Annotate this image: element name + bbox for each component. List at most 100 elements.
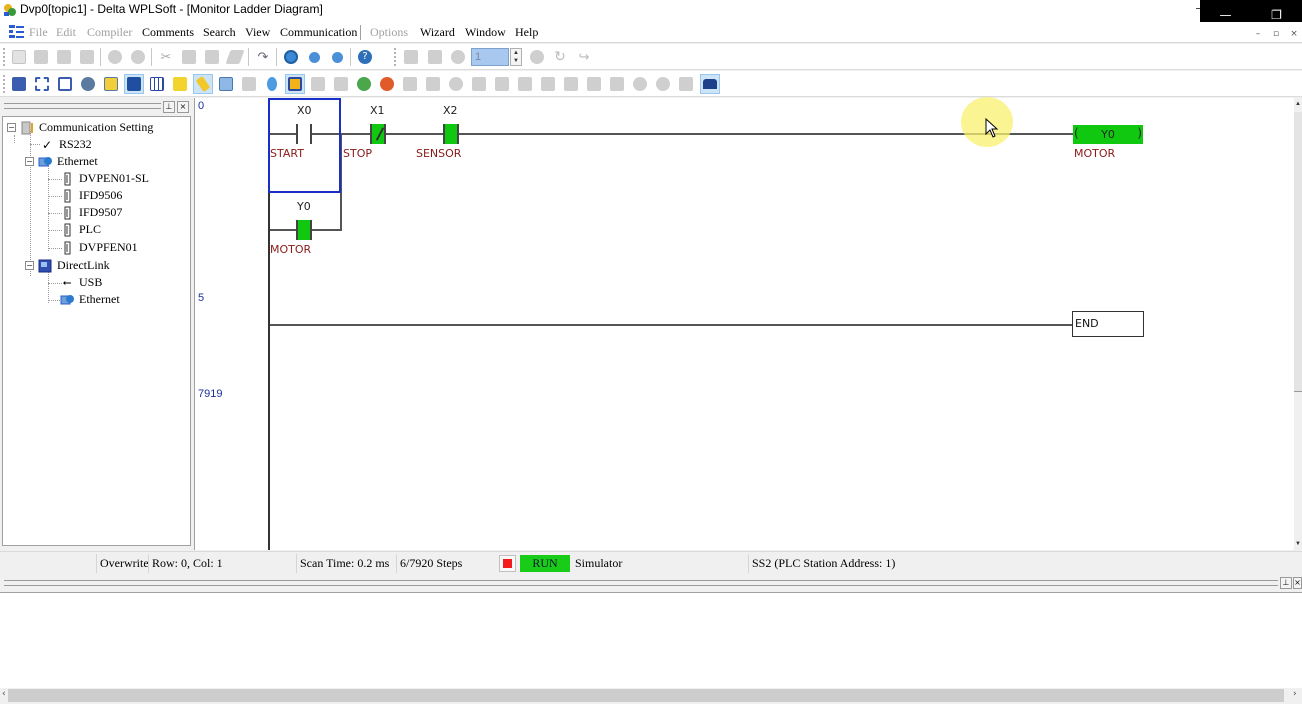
contact-y0[interactable] <box>296 220 312 240</box>
stop-circle-icon[interactable] <box>527 47 547 67</box>
transfer-icon[interactable] <box>216 74 236 94</box>
bulb-icon[interactable] <box>262 74 282 94</box>
refresh-icon[interactable]: ↻ <box>550 47 570 67</box>
menu-file[interactable]: File <box>29 25 48 40</box>
menu-window[interactable]: Window <box>465 25 506 40</box>
open-file-icon[interactable] <box>31 47 51 67</box>
contact-x1[interactable] <box>370 124 386 144</box>
scroll-thumb[interactable] <box>8 689 1284 702</box>
collapse-icon[interactable]: − <box>25 261 34 270</box>
coil-y0[interactable]: ( Y0 ) <box>1073 125 1143 144</box>
tree-item-directlink[interactable]: DirectLink <box>38 257 110 274</box>
save-icon[interactable] <box>54 47 74 67</box>
step-spinner[interactable]: ▲ ▼ <box>510 48 522 66</box>
panel-drag-handle[interactable] <box>4 580 1278 586</box>
ladder-diagram[interactable]: 0 5 7919 X0 START X1 STOP X2 SENSOR Y0 M… <box>194 97 1302 550</box>
close-icon[interactable]: × <box>1293 577 1302 589</box>
scroll-down-icon[interactable]: ▼ <box>1294 538 1302 550</box>
stop-icon[interactable] <box>377 74 397 94</box>
toolbar-grip[interactable] <box>3 48 5 66</box>
monitor-ladder-icon[interactable] <box>285 74 305 94</box>
undo-icon[interactable] <box>105 47 125 67</box>
zoom-out-icon[interactable] <box>327 47 347 67</box>
memo-icon[interactable] <box>331 74 351 94</box>
ip-search-icon[interactable] <box>653 74 673 94</box>
grid-icon[interactable] <box>147 74 167 94</box>
document-menu-icon[interactable] <box>9 24 24 40</box>
lo-out-icon[interactable] <box>9 74 29 94</box>
contact-x2[interactable] <box>443 124 459 144</box>
m-search-icon[interactable] <box>630 74 650 94</box>
code-above-icon[interactable] <box>492 74 512 94</box>
horizontal-scrollbar[interactable]: ‹ › <box>0 688 1302 704</box>
download-plc-icon[interactable] <box>423 74 443 94</box>
contact-insert-icon[interactable] <box>538 74 558 94</box>
mdi-close-button[interactable]: × <box>1286 28 1302 40</box>
save-all-icon[interactable] <box>77 47 97 67</box>
tree-item-rs232[interactable]: ✓ RS232 <box>40 136 92 153</box>
pen-write-icon[interactable] <box>193 74 213 94</box>
network-icon[interactable] <box>676 74 696 94</box>
paste-icon[interactable] <box>202 47 222 67</box>
help-icon[interactable]: ? <box>355 47 375 67</box>
scroll-up-icon[interactable]: ▲ <box>1294 98 1302 110</box>
satellite-icon[interactable] <box>446 74 466 94</box>
eraser-icon[interactable] <box>225 47 245 67</box>
step-input[interactable]: 1 <box>471 48 509 66</box>
clock-icon[interactable] <box>448 47 468 67</box>
ladder-view-icon[interactable] <box>124 74 144 94</box>
settings-active-icon[interactable] <box>700 74 720 94</box>
scroll-thumb[interactable] <box>1294 112 1302 392</box>
tree-item-usb[interactable]: ⭠ USB <box>60 274 103 291</box>
zoom-in-icon[interactable] <box>304 47 324 67</box>
run-icon[interactable] <box>354 74 374 94</box>
vertical-scrollbar[interactable]: ▲ ▼ <box>1294 98 1302 550</box>
table-icon[interactable] <box>308 74 328 94</box>
scroll-left-icon[interactable]: ‹ <box>2 689 6 699</box>
upload-icon[interactable] <box>400 74 420 94</box>
rows-icon[interactable] <box>561 74 581 94</box>
monitor-stop-icon[interactable] <box>401 47 421 67</box>
edit-icon[interactable] <box>101 74 121 94</box>
copy-icon[interactable] <box>179 47 199 67</box>
code-insert-icon[interactable] <box>469 74 489 94</box>
menu-help[interactable]: Help <box>515 25 538 40</box>
pin-icon[interactable]: ⊥ <box>1280 577 1292 589</box>
jump-icon[interactable]: ↷ <box>253 47 273 67</box>
output-panel[interactable] <box>0 592 1302 688</box>
ladder-mode-icon[interactable] <box>32 74 52 94</box>
collapse-icon[interactable]: − <box>7 123 16 132</box>
menu-comments[interactable]: Comments <box>142 25 194 40</box>
end-instruction[interactable]: END <box>1072 311 1144 337</box>
tree-item-dvpen01-sl[interactable]: DVPEN01-SL <box>60 170 149 187</box>
close-icon[interactable]: × <box>177 101 189 113</box>
panel-drag-handle[interactable] <box>4 103 161 109</box>
tree-item-communication-setting[interactable]: Communication Setting <box>20 119 153 136</box>
zoom-icon[interactable] <box>281 47 301 67</box>
monitor-mode-icon[interactable] <box>78 74 98 94</box>
contact-row-icon[interactable] <box>515 74 535 94</box>
menu-compiler[interactable]: Compiler <box>87 25 132 40</box>
menu-edit[interactable]: Edit <box>56 25 76 40</box>
sfc-mode-icon[interactable] <box>55 74 75 94</box>
tree-item-ifd9506[interactable]: IFD9506 <box>60 187 122 204</box>
plc-image-icon[interactable] <box>425 47 445 67</box>
tree-item-ethernet[interactable]: Ethernet <box>38 153 98 170</box>
mdi-restore-button[interactable]: ▫ <box>1268 28 1284 40</box>
toolbar-grip[interactable] <box>3 75 5 93</box>
tree-item-directlink-ethernet[interactable]: Ethernet <box>60 291 120 308</box>
frame-icon[interactable] <box>607 74 627 94</box>
device-comment-icon[interactable] <box>170 74 190 94</box>
menu-options[interactable]: Options <box>370 25 408 40</box>
scroll-right-icon[interactable]: › <box>1293 689 1297 699</box>
mdi-minimize-button[interactable]: – <box>1250 28 1266 40</box>
menu-view[interactable]: View <box>245 25 270 40</box>
hand-icon[interactable]: ↪ <box>574 47 594 67</box>
tree-item-dvpfen01[interactable]: DVPFEN01 <box>60 239 138 256</box>
download-icon[interactable] <box>239 74 259 94</box>
new-file-icon[interactable] <box>9 47 29 67</box>
block-icon[interactable] <box>584 74 604 94</box>
tree-item-ifd9507[interactable]: IFD9507 <box>60 204 122 221</box>
menu-communication[interactable]: Communication <box>280 25 357 40</box>
pin-icon[interactable]: ⊥ <box>163 101 175 113</box>
